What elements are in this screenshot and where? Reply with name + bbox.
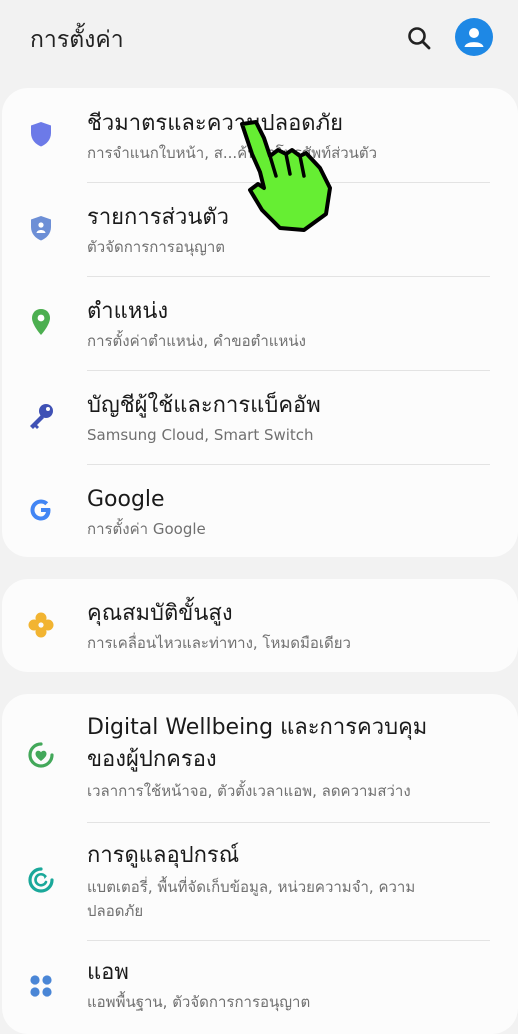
item-title-line1: Digital Wellbeing และการควบคุม: [87, 715, 428, 740]
item-subtitle-line1: แบตเตอรี่, พื้นที่จัดเก็บข้อมูล, หน่วยคว…: [87, 878, 416, 896]
account-icon: [464, 28, 484, 47]
item-title: คุณสมบัติขั้นสูง: [87, 601, 233, 626]
search-button[interactable]: [403, 22, 435, 54]
location-pin-icon: [26, 307, 56, 337]
item-subtitle: ตัวจัดการการอนุญาต: [87, 238, 226, 256]
settings-item-location[interactable]: ตำแหน่ง การตั้งค่าตำแหน่ง, คำขอตำแหน่ง: [2, 276, 518, 370]
settings-item-apps[interactable]: แอพ แอพพื้นฐาน, ตัวจัดการการอนุญาต: [2, 940, 518, 1034]
settings-item-accounts-backup[interactable]: บัญชีผู้ใช้และการแบ็คอัพ Samsung Cloud, …: [2, 370, 518, 464]
pointing-hand-cursor-icon: [240, 120, 332, 232]
item-title-line2: ของผู้ปกครอง: [87, 747, 217, 772]
item-title: Google: [87, 487, 165, 512]
settings-item-device-care[interactable]: การดูแลอุปกรณ์ แบตเตอรี่, พื้นที่จัดเก็บ…: [2, 822, 518, 940]
item-subtitle: Samsung Cloud, Smart Switch: [87, 426, 314, 444]
settings-card-advanced: คุณสมบัติขั้นสูง การเคลื่อนไหวและท่าทาง,…: [2, 579, 518, 672]
settings-item-digital-wellbeing[interactable]: Digital Wellbeing และการควบคุม ของผู้ปกค…: [2, 694, 518, 822]
item-subtitle: การเคลื่อนไหวและท่าทาง, โหมดมือเดียว: [87, 634, 351, 652]
digital-wellbeing-icon: [26, 740, 56, 770]
item-subtitle: แอพพื้นฐาน, ตัวจัดการการอนุญาต: [87, 993, 311, 1011]
settings-item-advanced-features[interactable]: คุณสมบัติขั้นสูง การเคลื่อนไหวและท่าทาง,…: [2, 579, 518, 672]
apps-icon: [26, 971, 56, 1001]
settings-item-google[interactable]: Google การตั้งค่า Google: [2, 464, 518, 557]
device-care-icon: [26, 865, 56, 895]
item-subtitle-line2: ปลอดภัย: [87, 902, 144, 920]
app-header: การตั้งค่า: [0, 0, 518, 80]
shield-icon: [26, 119, 56, 149]
page-title: การตั้งค่า: [30, 27, 124, 53]
google-icon: [26, 495, 56, 525]
advanced-features-icon: [26, 610, 56, 640]
item-title: ตำแหน่ง: [87, 299, 169, 324]
search-icon: [408, 27, 431, 50]
item-subtitle: การตั้งค่าตำแหน่ง, คำขอตำแหน่ง: [87, 332, 306, 350]
item-title: การดูแลอุปกรณ์: [87, 843, 240, 868]
key-icon: [26, 401, 56, 431]
item-title: แอพ: [87, 960, 129, 985]
item-subtitle: การตั้งค่า Google: [87, 520, 206, 538]
privacy-shield-icon: [26, 213, 56, 243]
item-subtitle: เวลาการใช้หน้าจอ, ตัวตั้งเวลาแอพ, ลดความ…: [87, 782, 411, 800]
item-title: รายการส่วนตัว: [87, 205, 230, 230]
settings-card-device: Digital Wellbeing และการควบคุม ของผู้ปกค…: [2, 694, 518, 1034]
account-button[interactable]: [455, 18, 493, 56]
item-title: บัญชีผู้ใช้และการแบ็คอัพ: [87, 393, 321, 418]
